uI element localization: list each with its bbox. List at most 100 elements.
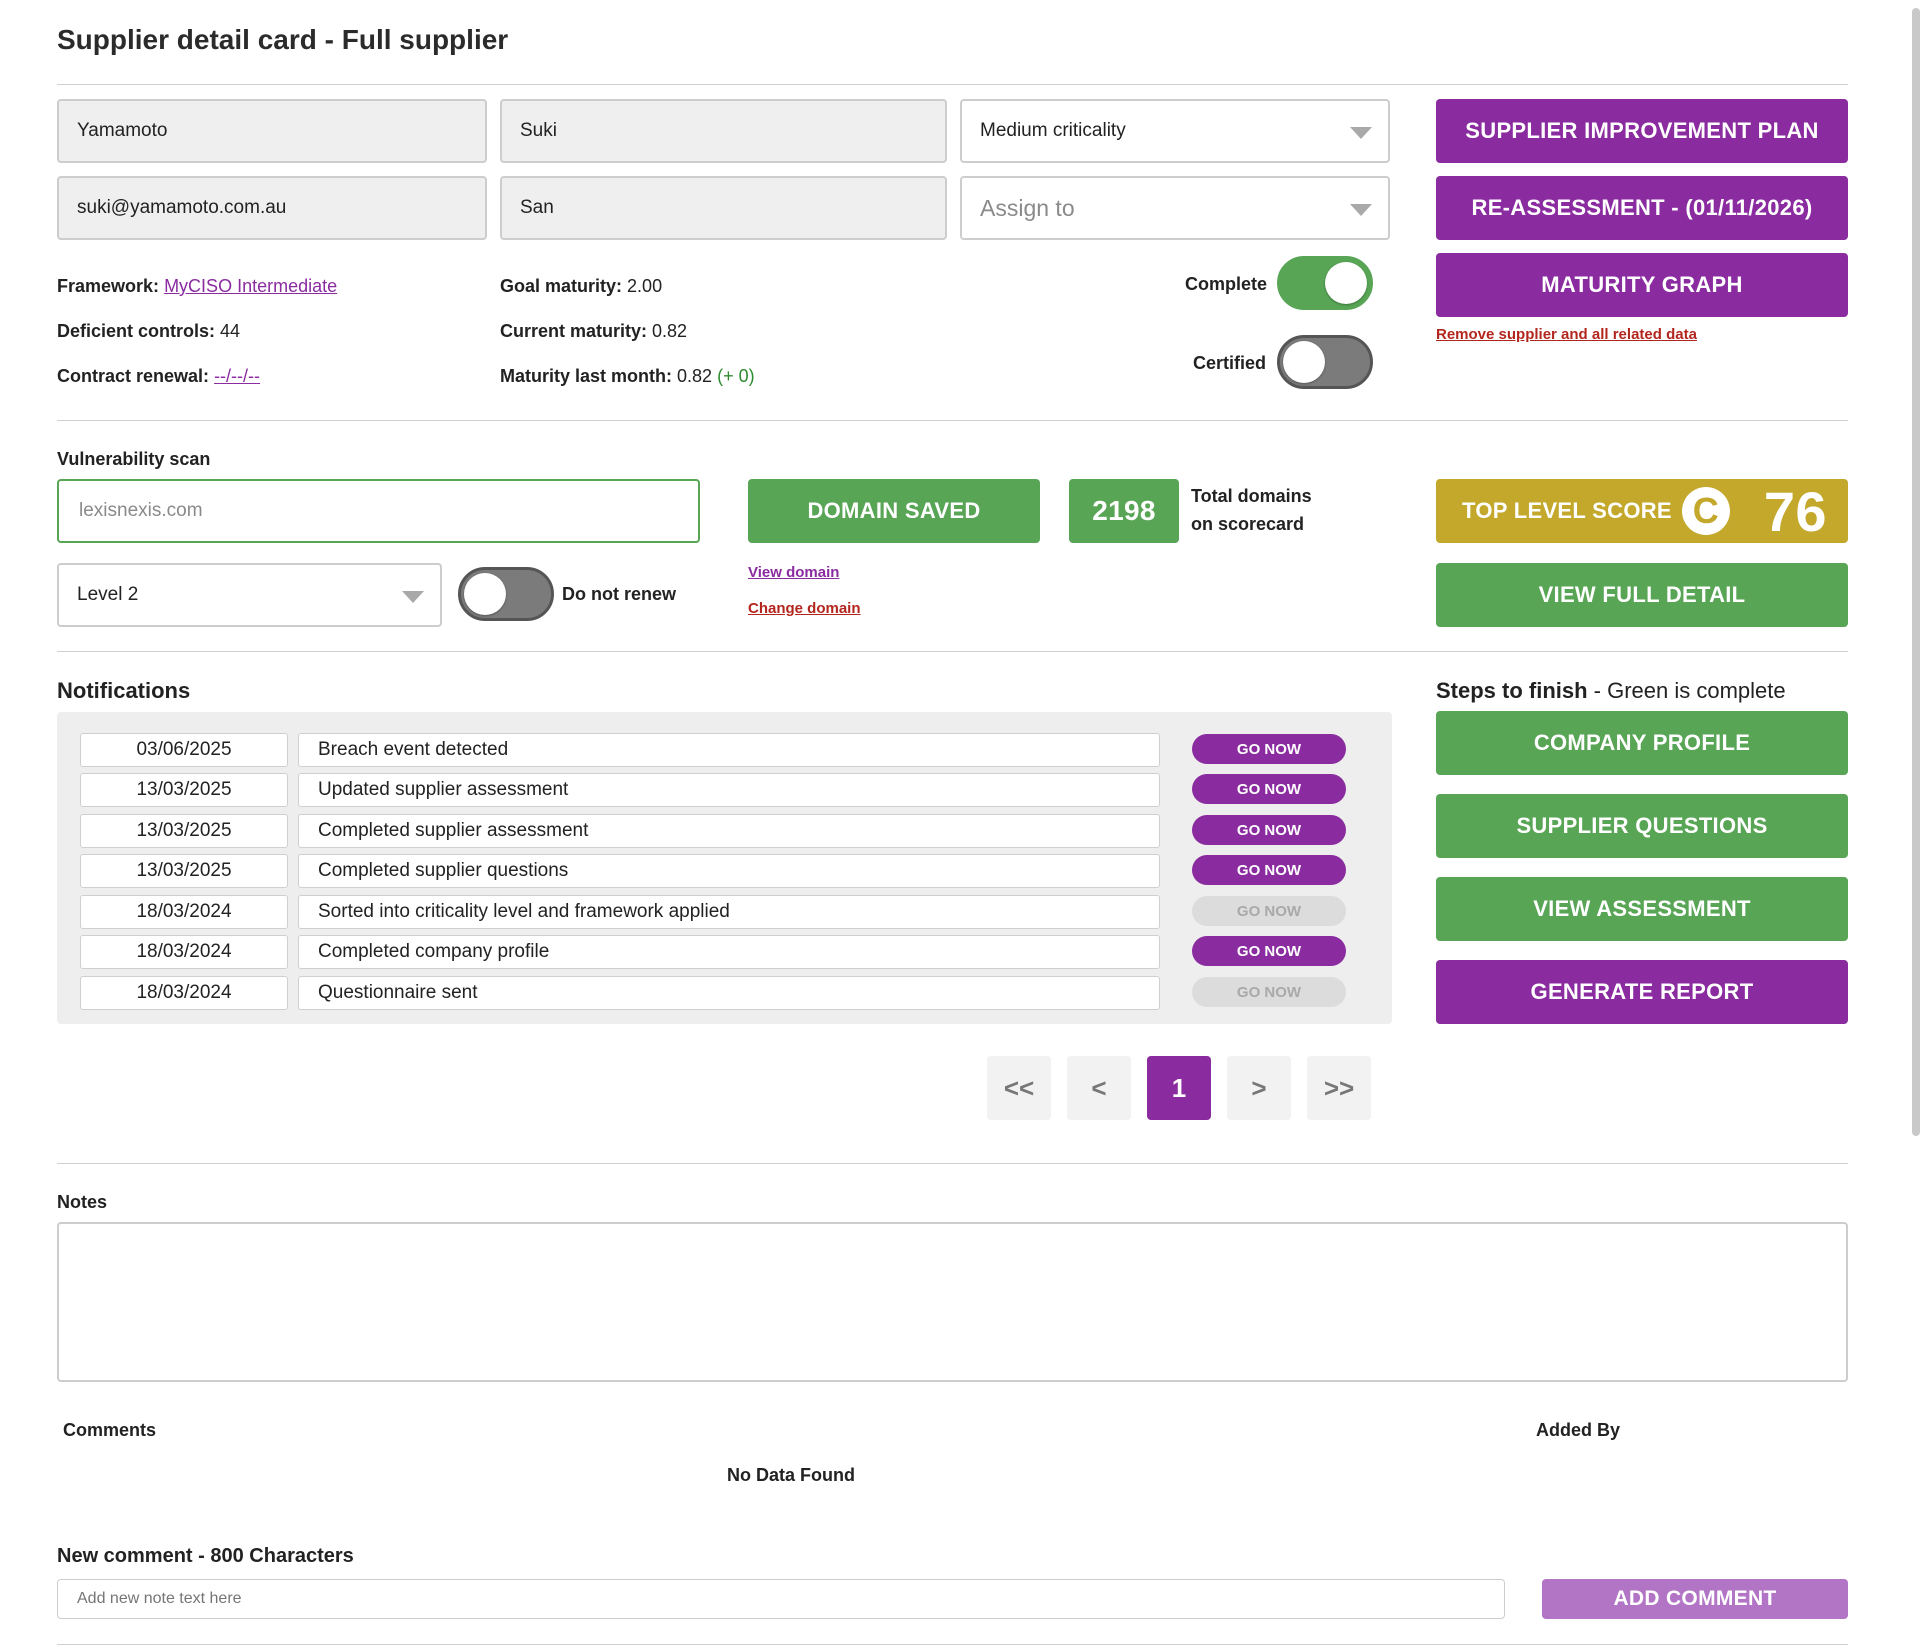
- pagination-prev[interactable]: <: [1067, 1056, 1131, 1120]
- added-by-column-header: Added By: [1536, 1420, 1621, 1440]
- certified-label: Certified: [1193, 353, 1267, 373]
- notification-text: Sorted into criticality level and framew…: [298, 895, 1160, 929]
- do-not-renew-label: Do not renew: [562, 584, 677, 604]
- go-now-button[interactable]: GO NOW: [1192, 977, 1346, 1007]
- notification-text: Questionnaire sent: [298, 976, 1160, 1010]
- notification-date: 13/03/2025: [80, 854, 288, 888]
- deficient-value: 44: [220, 321, 241, 341]
- notification-date: 18/03/2024: [80, 895, 288, 929]
- deficient-label: Deficient controls:: [57, 321, 216, 341]
- assign-to-placeholder: Assign to: [980, 194, 1075, 221]
- certified-toggle[interactable]: [1277, 335, 1373, 389]
- notification-date: 18/03/2024: [80, 976, 288, 1010]
- notification-date: 03/06/2025: [80, 733, 288, 767]
- current-maturity-label: Current maturity:: [500, 321, 648, 341]
- domain-input-value: lexisnexis.com: [79, 500, 203, 521]
- preferred-name-value: San: [520, 197, 554, 218]
- criticality-value: Medium criticality: [980, 120, 1126, 141]
- last-month-label: Maturity last month:: [500, 366, 673, 386]
- notification-text: Breach event detected: [298, 733, 1160, 767]
- last-name-value: Yamamoto: [77, 120, 168, 141]
- renewal-label: Contract renewal:: [57, 366, 210, 386]
- pagination-first[interactable]: <<: [987, 1056, 1051, 1120]
- go-now-button[interactable]: GO NOW: [1192, 855, 1346, 885]
- toggle-knob: [1325, 262, 1367, 304]
- do-not-renew-toggle[interactable]: [458, 567, 554, 621]
- email-value: suki@yamamoto.com.au: [77, 197, 287, 218]
- notification-text: Completed supplier questions: [298, 854, 1160, 888]
- current-maturity-info: Current maturity: 0.82: [500, 321, 687, 342]
- notification-text: Updated supplier assessment: [298, 773, 1160, 807]
- notes-heading: Notes: [57, 1192, 108, 1212]
- domains-label-line2: on scorecard: [1191, 514, 1305, 534]
- view-full-detail-button[interactable]: VIEW FULL DETAIL: [1436, 563, 1848, 627]
- chevron-down-icon: [1350, 204, 1372, 216]
- toggle-knob: [1283, 341, 1325, 383]
- last-month-delta: (+ 0): [717, 366, 755, 386]
- domain-saved-button[interactable]: DOMAIN SAVED: [748, 479, 1040, 543]
- go-now-button[interactable]: GO NOW: [1192, 936, 1346, 966]
- preferred-name-field[interactable]: San: [500, 176, 947, 240]
- divider: [57, 84, 1848, 85]
- new-comment-input[interactable]: [57, 1579, 1505, 1619]
- generate-report-button[interactable]: GENERATE REPORT: [1436, 960, 1848, 1024]
- domain-input[interactable]: lexisnexis.com: [57, 479, 700, 543]
- complete-toggle[interactable]: [1277, 256, 1373, 310]
- go-now-button[interactable]: GO NOW: [1192, 734, 1346, 764]
- top-level-score-label: TOP LEVEL SCORE: [1462, 498, 1672, 523]
- remove-supplier-link[interactable]: Remove supplier and all related data: [1436, 326, 1697, 343]
- view-assessment-button[interactable]: VIEW ASSESSMENT: [1436, 877, 1848, 941]
- assign-to-select[interactable]: Assign to: [960, 176, 1390, 240]
- pagination-current[interactable]: 1: [1147, 1056, 1211, 1120]
- go-now-button[interactable]: GO NOW: [1192, 815, 1346, 845]
- level-select[interactable]: Level 2: [57, 563, 442, 627]
- framework-info: Framework: MyCISO Intermediate: [57, 276, 337, 297]
- domains-label: Total domains on scorecard: [1191, 482, 1312, 538]
- renewal-link[interactable]: --/--/--: [214, 366, 260, 386]
- pagination-next[interactable]: >: [1227, 1056, 1291, 1120]
- go-now-button[interactable]: GO NOW: [1192, 774, 1346, 804]
- change-domain-link[interactable]: Change domain: [748, 600, 861, 617]
- goal-info: Goal maturity: 2.00: [500, 276, 662, 297]
- last-name-field[interactable]: Yamamoto: [57, 99, 487, 163]
- page-title: Supplier detail card - Full supplier: [57, 24, 509, 55]
- view-domain-link[interactable]: View domain: [748, 564, 839, 581]
- steps-heading: Steps to finish - Green is complete: [1436, 678, 1786, 704]
- notification-date: 13/03/2025: [80, 773, 288, 807]
- current-maturity-value: 0.82: [652, 321, 688, 341]
- goal-value: 2.00: [627, 276, 663, 296]
- go-now-button[interactable]: GO NOW: [1192, 896, 1346, 926]
- reassessment-button[interactable]: RE-ASSESSMENT - (01/11/2026): [1436, 176, 1848, 240]
- email-field[interactable]: suki@yamamoto.com.au: [57, 176, 487, 240]
- last-month-value: 0.82: [677, 366, 713, 386]
- first-name-value: Suki: [520, 120, 557, 141]
- company-profile-button[interactable]: COMPANY PROFILE: [1436, 711, 1848, 775]
- criticality-select[interactable]: Medium criticality: [960, 99, 1390, 163]
- domains-count-badge: 2198: [1069, 479, 1179, 543]
- framework-link[interactable]: MyCISO Intermediate: [164, 276, 337, 296]
- top-level-score-button[interactable]: TOP LEVEL SCORE C 76: [1436, 479, 1848, 543]
- grade-icon: C: [1681, 487, 1730, 535]
- level-value: Level 2: [77, 584, 139, 605]
- new-comment-label: New comment - 800 Characters: [57, 1545, 354, 1567]
- scrollbar[interactable]: [1912, 8, 1920, 1136]
- maturity-graph-button[interactable]: MATURITY GRAPH: [1436, 253, 1848, 317]
- supplier-improvement-plan-button[interactable]: SUPPLIER IMPROVEMENT PLAN: [1436, 99, 1848, 163]
- last-month-info: Maturity last month: 0.82 (+ 0): [500, 366, 755, 387]
- notification-date: 18/03/2024: [80, 935, 288, 969]
- first-name-field[interactable]: Suki: [500, 99, 947, 163]
- supplier-questions-button[interactable]: SUPPLIER QUESTIONS: [1436, 794, 1848, 858]
- comments-column-header: Comments: [63, 1420, 157, 1440]
- domains-label-line1: Total domains: [1191, 486, 1312, 506]
- divider: [57, 1163, 1848, 1164]
- notification-text: Completed company profile: [298, 935, 1160, 969]
- pagination-last[interactable]: >>: [1307, 1056, 1371, 1120]
- chevron-down-icon: [1350, 127, 1372, 139]
- no-data-message: No Data Found: [727, 1465, 855, 1485]
- steps-heading-bold: Steps to finish: [1436, 678, 1588, 703]
- add-comment-button[interactable]: ADD COMMENT: [1542, 1579, 1848, 1619]
- notes-textarea[interactable]: [57, 1222, 1848, 1382]
- divider: [57, 1644, 1848, 1645]
- framework-label: Framework:: [57, 276, 160, 296]
- deficient-info: Deficient controls: 44: [57, 321, 240, 342]
